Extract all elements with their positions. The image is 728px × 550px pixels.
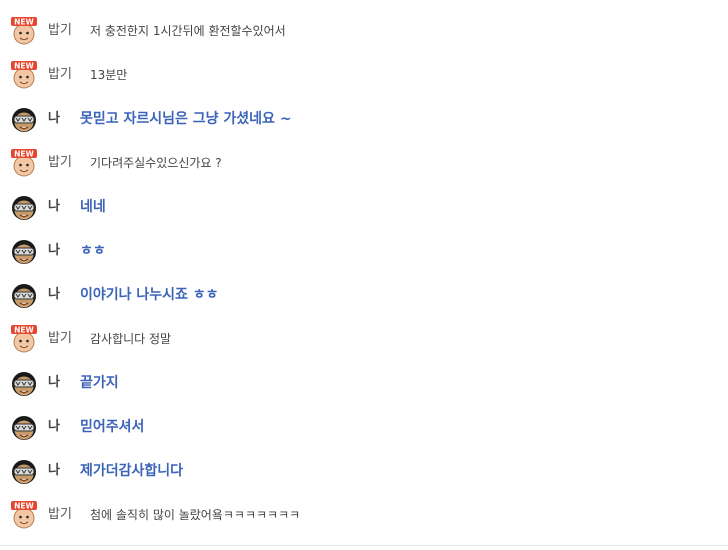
chat-row: NEW 밥기 첨에 솔직히 많이 놀랐어욬ㅋㅋㅋㅋㅋㅋㅋ [0, 493, 728, 537]
sender-name: 나 [48, 111, 60, 126]
chat-row: 나 네네 [0, 185, 728, 229]
message-text: 저 충전한지 1시간뒤에 환전할수있어서 [90, 24, 286, 38]
message-text: 끝가지 [80, 375, 119, 391]
chat-row: 나 못믿고 자르시님은 그냥 가셨네요 ~ [0, 97, 728, 141]
message-text: ㅎㅎ [80, 243, 106, 259]
chat-row: NEW 밥기 13분만 [0, 53, 728, 97]
message-text: 네네 [80, 199, 106, 215]
chat-log: NEW 밥기 저 충전한지 1시간뒤에 환전할수있어서 NEW 밥기 13분만 [0, 0, 728, 550]
sender-name: 나 [48, 375, 60, 390]
sender-name: 밥기 [48, 67, 72, 82]
message-text: 감사합니다 정말 [90, 332, 172, 346]
new-user-avatar-icon: NEW [10, 17, 38, 45]
my-avatar-icon [10, 105, 38, 133]
message-text: 기다려주실수있으신가요 ? [90, 156, 222, 170]
chat-row: 나 ㅎㅎ [0, 229, 728, 273]
message-text: 13분만 [90, 68, 128, 82]
my-avatar-icon [10, 237, 38, 265]
chat-row: 나 믿어주셔서 [0, 405, 728, 449]
svg-text:NEW: NEW [14, 61, 34, 70]
chat-row: 나 제가더감사합니다 [0, 449, 728, 493]
sender-name: 나 [48, 287, 60, 302]
chat-row: 나 이야기나 나누시죠 ㅎㅎ [0, 273, 728, 317]
sender-name: 밥기 [48, 331, 72, 346]
chat-row: NEW 밥기 저 충전한지 1시간뒤에 환전할수있어서 [0, 9, 728, 53]
sender-name: 나 [48, 243, 60, 258]
my-avatar-icon [10, 281, 38, 309]
chat-row: 나 끝가지 [0, 361, 728, 405]
sender-name: 나 [48, 463, 60, 478]
message-text: 이야기나 나누시죠 ㅎㅎ [80, 287, 219, 303]
chat-row: NEW 밥기 기다려주실수있으신가요 ? [0, 141, 728, 185]
message-text: 못믿고 자르시님은 그냥 가셨네요 ~ [80, 111, 292, 127]
divider [0, 545, 728, 546]
svg-text:NEW: NEW [14, 325, 34, 334]
my-avatar-icon [10, 369, 38, 397]
new-user-avatar-icon: NEW [10, 501, 38, 529]
svg-text:NEW: NEW [14, 501, 34, 510]
sender-name: 나 [48, 199, 60, 214]
svg-text:NEW: NEW [14, 149, 34, 158]
sender-name: 밥기 [48, 507, 72, 522]
new-user-avatar-icon: NEW [10, 325, 38, 353]
svg-text:NEW: NEW [14, 17, 34, 26]
my-avatar-icon [10, 457, 38, 485]
message-text: 첨에 솔직히 많이 놀랐어욬ㅋㅋㅋㅋㅋㅋㅋ [90, 508, 301, 522]
message-text: 믿어주셔서 [80, 419, 145, 435]
my-avatar-icon [10, 413, 38, 441]
sender-name: 밥기 [48, 155, 72, 170]
my-avatar-icon [10, 193, 38, 221]
message-text: 제가더감사합니다 [80, 463, 184, 479]
chat-row: NEW 밥기 감사합니다 정말 [0, 317, 728, 361]
sender-name: 밥기 [48, 23, 72, 38]
sender-name: 나 [48, 419, 60, 434]
new-user-avatar-icon: NEW [10, 61, 38, 89]
new-user-avatar-icon: NEW [10, 149, 38, 177]
